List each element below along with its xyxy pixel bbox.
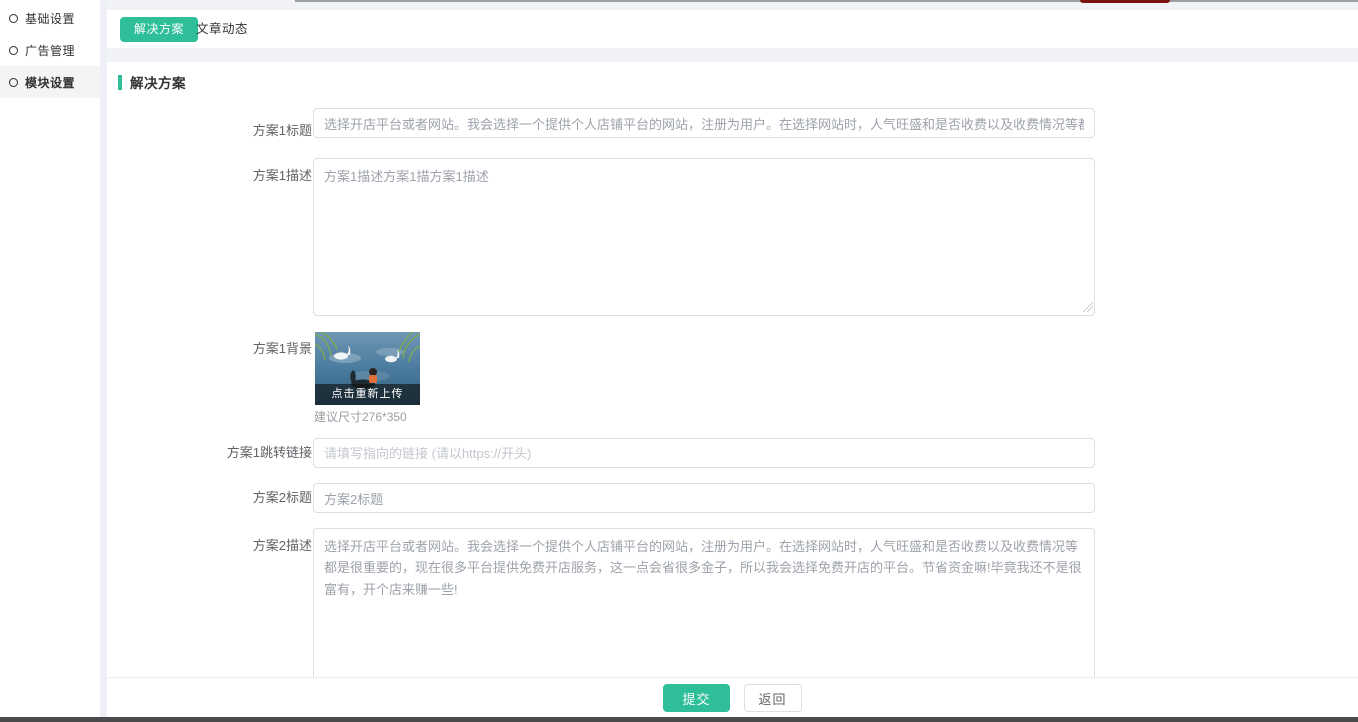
radio-circle-icon <box>9 78 18 87</box>
sidebar-item-module-settings[interactable]: 模块设置 <box>0 66 100 98</box>
sidebar-item-label: 基础设置 <box>25 10 75 27</box>
size-hint-text: 建议尺寸276*350 <box>314 408 407 425</box>
window-bottom-edge <box>0 717 1358 722</box>
tab-article-news[interactable]: 文章动态 <box>196 17 248 42</box>
main-area: 解决方案 文章动态 解决方案 方案1标题 方案1描述 方案1描述方案1描方案1描… <box>107 0 1358 722</box>
sidebar-item-label: 模块设置 <box>25 74 75 91</box>
form-panel: 解决方案 方案1标题 方案1描述 方案1描述方案1描方案1描述 方案1背景 <box>107 62 1358 677</box>
window-top-edge <box>295 0 1358 2</box>
section-title: 解决方案 <box>130 72 186 92</box>
reupload-overlay-button[interactable]: 点击重新上传 <box>315 384 420 405</box>
radio-circle-icon <box>9 14 18 23</box>
plan1-bg-label: 方案1背景 <box>140 338 312 357</box>
radio-circle-icon <box>9 46 18 55</box>
section-header: 解决方案 <box>118 72 186 92</box>
plan2-desc-label: 方案2描述 <box>140 535 312 554</box>
plan1-title-label: 方案1标题 <box>140 116 312 146</box>
plan1-bg-upload[interactable]: 点击重新上传 <box>315 332 420 405</box>
plan1-desc-textarea[interactable]: 方案1描述方案1描方案1描述 <box>313 158 1095 316</box>
plan1-link-input[interactable] <box>313 438 1095 468</box>
plan2-title-input[interactable] <box>313 483 1095 513</box>
plan1-link-label: 方案1跳转链接 <box>140 438 312 468</box>
sidebar-item-basic-settings[interactable]: 基础设置 <box>0 2 100 34</box>
window-top-red-segment <box>1080 0 1170 3</box>
sidebar-item-ad-management[interactable]: 广告管理 <box>0 34 100 66</box>
plan2-desc-textarea[interactable]: 选择开店平台或者网站。我会选择一个提供个人店铺平台的网站，注册为用户。在选择网站… <box>313 528 1095 693</box>
tab-solution[interactable]: 解决方案 <box>120 17 198 42</box>
tab-bar: 解决方案 文章动态 <box>107 10 1358 48</box>
plan1-title-input[interactable] <box>313 108 1095 138</box>
section-accent-bar <box>118 75 122 90</box>
back-button[interactable]: 返回 <box>744 684 802 712</box>
sidebar-divider <box>100 0 107 717</box>
sidebar: 基础设置 广告管理 模块设置 <box>0 0 100 717</box>
submit-button[interactable]: 提交 <box>663 684 729 712</box>
footer-action-bar: 提交 返回 <box>107 677 1358 718</box>
plan2-title-label: 方案2标题 <box>140 483 312 513</box>
plan1-desc-label: 方案1描述 <box>140 165 312 184</box>
sidebar-item-label: 广告管理 <box>25 42 75 59</box>
